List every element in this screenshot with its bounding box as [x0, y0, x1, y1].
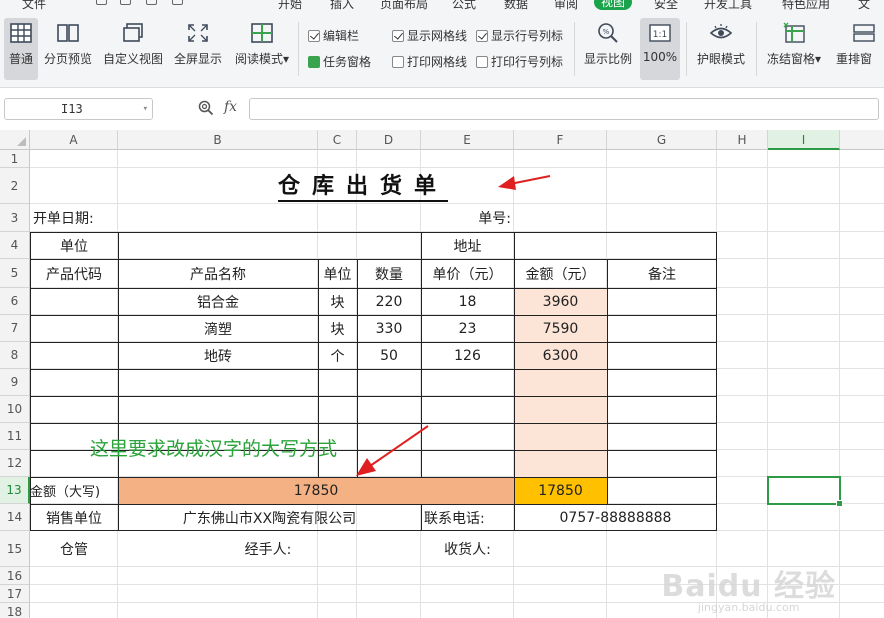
task-pane-checkbox[interactable]: 任务窗格 — [308, 54, 371, 70]
grid-icon — [10, 23, 32, 43]
menu-bar: 文件 开始 插入 页面布局 公式 数据 审阅 视图 安全 开发工具 特色应用 文 — [0, 0, 884, 12]
arrange-button[interactable]: 重排窗 — [832, 18, 884, 80]
print-gridlines-checkbox[interactable]: 打印网格线 — [392, 54, 467, 70]
page-break-preview-button[interactable]: 分页预览 — [42, 18, 94, 80]
tab-more[interactable]: 文 — [858, 0, 870, 12]
baidu-watermark: Baidu 经验 jingyan.baidu.com — [661, 569, 836, 614]
tab-page-layout[interactable]: 页面布局 — [380, 0, 428, 12]
zoom-button[interactable]: % 显示比例 — [582, 18, 634, 80]
custom-view-button[interactable]: 自定义视图 — [102, 18, 164, 80]
tab-special[interactable]: 特色应用 — [782, 0, 830, 12]
eye-protection-button[interactable]: 护眼模式 — [694, 18, 748, 80]
formula-bar-checkbox[interactable]: 编辑栏 — [308, 28, 359, 44]
formula-input[interactable] — [249, 98, 879, 120]
arrow-to-total-icon — [356, 425, 429, 476]
reading-mode-button[interactable]: 阅读模式▾ — [232, 18, 292, 80]
formula-bar: I13 ▾ fx — [0, 88, 884, 130]
print-headings-checkbox[interactable]: 打印行号列标 — [476, 54, 563, 70]
one-to-one-icon: 1:1 — [649, 24, 671, 42]
name-box[interactable]: I13 ▾ — [4, 98, 153, 120]
expand-icon — [188, 24, 208, 42]
tab-data[interactable]: 数据 — [504, 0, 528, 12]
quick-save-icon[interactable] — [96, 0, 107, 5]
ribbon-divider — [298, 22, 299, 76]
page-break-icon — [57, 24, 79, 42]
magnifier-icon: % — [598, 23, 618, 43]
arrange-windows-icon — [853, 24, 875, 42]
quick-print-icon[interactable] — [146, 0, 157, 5]
spreadsheet-grid[interactable]: A B C D E F G H I 1 2 3 4 5 6 7 8 9 10 1… — [0, 130, 884, 618]
tab-formulas[interactable]: 公式 — [452, 0, 476, 12]
svg-text:%: % — [603, 28, 610, 36]
ribbon-divider — [686, 22, 687, 76]
ribbon-divider — [756, 22, 757, 76]
ribbon-divider — [574, 22, 575, 76]
eye-icon — [709, 24, 733, 39]
tab-view[interactable]: 视图 — [594, 0, 633, 10]
chevron-down-icon[interactable]: ▾ — [143, 99, 148, 119]
freeze-icon — [783, 22, 805, 43]
function-icon[interactable]: fx — [224, 99, 237, 115]
show-headings-checkbox[interactable]: 显示行号列标 — [476, 28, 563, 44]
annotation-arrows — [356, 175, 551, 476]
zoom-100-button[interactable]: 1:1 100% — [640, 18, 680, 80]
tab-insert[interactable]: 插入 — [330, 0, 354, 12]
ribbon: 普通 分页预览 自定义视图 全屏显示 阅读模式▾ 编辑栏 任务窗格 显示网格线 … — [0, 12, 884, 88]
freeze-panes-button[interactable]: 冻结窗格▾ — [764, 18, 824, 80]
tab-security[interactable]: 安全 — [654, 0, 678, 12]
show-gridlines-checkbox[interactable]: 显示网格线 — [392, 28, 467, 44]
svg-text:1:1: 1:1 — [653, 30, 667, 40]
quick-undo-icon[interactable] — [120, 0, 131, 5]
arrow-to-title-icon — [498, 175, 551, 190]
tab-developer[interactable]: 开发工具 — [704, 0, 752, 12]
tab-file[interactable]: 文件 — [22, 0, 46, 12]
reading-mode-icon — [251, 23, 273, 43]
quick-preview-icon[interactable] — [172, 0, 183, 5]
full-screen-button[interactable]: 全屏显示 — [172, 18, 224, 80]
custom-view-icon — [123, 23, 143, 42]
zoom-formula-icon[interactable] — [198, 100, 214, 116]
normal-view-button[interactable]: 普通 — [4, 18, 38, 80]
tab-home[interactable]: 开始 — [278, 0, 302, 12]
tab-review[interactable]: 审阅 — [554, 0, 578, 12]
